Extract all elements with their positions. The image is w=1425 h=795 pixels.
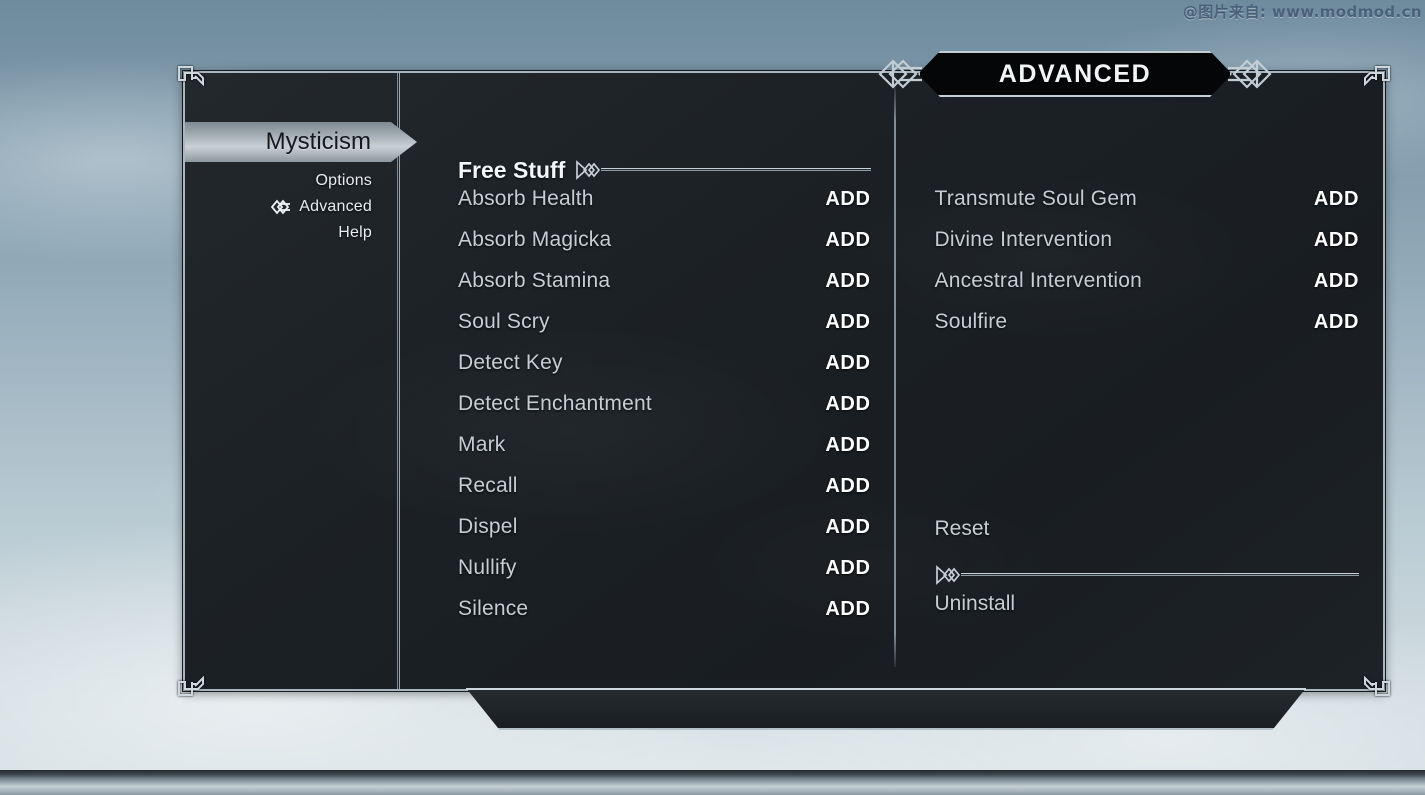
section-header-uninstall xyxy=(935,558,1384,592)
divider-knot-icon xyxy=(935,564,963,586)
list-item[interactable]: Detect Enchantment ADD xyxy=(458,392,895,433)
bottom-chrome-bar xyxy=(0,770,1425,795)
corner-ornament-bottom-right xyxy=(1362,668,1392,698)
divider-knot-icon xyxy=(575,159,603,181)
list-item[interactable]: Mark ADD xyxy=(458,433,895,474)
add-button[interactable]: ADD xyxy=(825,434,870,457)
item-label: Divine Intervention xyxy=(934,228,1113,251)
add-button[interactable]: ADD xyxy=(825,311,870,334)
list-item[interactable]: Divine Intervention ADD xyxy=(935,228,1384,269)
sidebar-divider xyxy=(396,73,401,689)
corner-ornament-top-right xyxy=(1362,64,1392,94)
item-label: Mark xyxy=(458,433,506,456)
sidebar-menu: Options Advanced Help xyxy=(270,172,372,242)
section-divider-line xyxy=(601,167,871,173)
sidebar-item-options[interactable]: Options xyxy=(286,172,372,190)
sidebar: Mysticism Options Advanced Help xyxy=(185,73,401,689)
list-item[interactable]: Absorb Magicka ADD xyxy=(458,228,895,269)
list-item[interactable]: Soul Scry ADD xyxy=(458,310,895,351)
item-label: Soul Scry xyxy=(458,310,550,333)
list-item[interactable]: Absorb Stamina ADD xyxy=(458,269,895,310)
corner-ornament-bottom-left xyxy=(176,668,206,698)
add-button[interactable]: ADD xyxy=(1314,188,1359,211)
section-header-free-stuff: Free Stuff xyxy=(458,153,895,187)
item-label: Detect Enchantment xyxy=(458,392,652,415)
add-button[interactable]: ADD xyxy=(825,270,870,293)
sidebar-active-tab-label: Mysticism xyxy=(265,128,371,155)
item-label: Nullify xyxy=(458,556,517,579)
right-column: Transmute Soul Gem ADD Divine Interventi… xyxy=(895,73,1384,689)
corner-ornament-top-left xyxy=(176,64,206,94)
add-button[interactable]: ADD xyxy=(1314,311,1359,334)
menu-panel: ADVANCED Mysticism Options Advanced Help… xyxy=(178,71,1390,696)
item-label: Detect Key xyxy=(458,351,563,374)
panel-footer-tab-inner xyxy=(466,688,1306,730)
add-button[interactable]: ADD xyxy=(825,475,870,498)
knot-ornament-right-icon xyxy=(1222,54,1274,94)
item-label: Absorb Stamina xyxy=(458,269,611,292)
item-label: Soulfire xyxy=(934,310,1008,333)
sidebar-item-label: Help xyxy=(338,224,372,241)
item-label: Absorb Health xyxy=(458,187,594,210)
list-item[interactable]: Detect Key ADD xyxy=(458,351,895,392)
sidebar-item-label: Advanced xyxy=(299,198,372,215)
left-column: Free Stuff Absorb Health ADD Absorb Magi… xyxy=(406,73,895,689)
list-item[interactable]: Soulfire ADD xyxy=(935,310,1384,351)
item-label: Absorb Magicka xyxy=(458,228,612,251)
title-banner: ADVANCED xyxy=(878,51,1272,97)
list-item[interactable]: Ancestral Intervention ADD xyxy=(935,269,1384,310)
item-label: Recall xyxy=(458,474,518,497)
list-item[interactable]: Dispel ADD xyxy=(458,515,895,556)
add-button[interactable]: ADD xyxy=(825,393,870,416)
sidebar-item-label: Options xyxy=(315,172,372,189)
uninstall-button[interactable]: Uninstall xyxy=(935,592,1384,633)
list-item[interactable]: Absorb Health ADD xyxy=(458,187,895,228)
add-button[interactable]: ADD xyxy=(825,516,870,539)
add-button[interactable]: ADD xyxy=(825,188,870,211)
panel-footer-tab xyxy=(466,688,1306,730)
item-label: Ancestral Intervention xyxy=(934,269,1143,292)
add-button[interactable]: ADD xyxy=(1314,229,1359,252)
list-item[interactable]: Nullify ADD xyxy=(458,556,895,597)
add-button[interactable]: ADD xyxy=(825,598,870,621)
sidebar-tab-mysticism[interactable]: Mysticism xyxy=(185,122,417,162)
add-button[interactable]: ADD xyxy=(1314,270,1359,293)
sidebar-item-advanced[interactable]: Advanced xyxy=(270,198,372,216)
section-title: Free Stuff xyxy=(458,156,566,183)
selection-knot-icon xyxy=(270,198,292,216)
content-area: Free Stuff Absorb Health ADD Absorb Magi… xyxy=(406,73,1383,689)
item-label: Silence xyxy=(458,597,529,620)
list-item[interactable]: Transmute Soul Gem ADD xyxy=(935,187,1384,228)
add-button[interactable]: ADD xyxy=(825,557,870,580)
list-item[interactable]: Recall ADD xyxy=(458,474,895,515)
add-button[interactable]: ADD xyxy=(825,352,870,375)
knot-ornament-left-icon xyxy=(876,54,928,94)
add-button[interactable]: ADD xyxy=(825,229,870,252)
sidebar-item-help[interactable]: Help xyxy=(309,224,372,242)
item-label: Transmute Soul Gem xyxy=(934,187,1137,210)
page-title: ADVANCED xyxy=(998,59,1152,88)
list-item[interactable]: Silence ADD xyxy=(458,597,895,638)
section-divider-line xyxy=(960,572,1359,578)
watermark-text: @图片来自: www.modmod.cn xyxy=(1182,3,1422,21)
reset-button[interactable]: Reset xyxy=(935,517,1384,558)
item-label: Dispel xyxy=(458,515,518,538)
